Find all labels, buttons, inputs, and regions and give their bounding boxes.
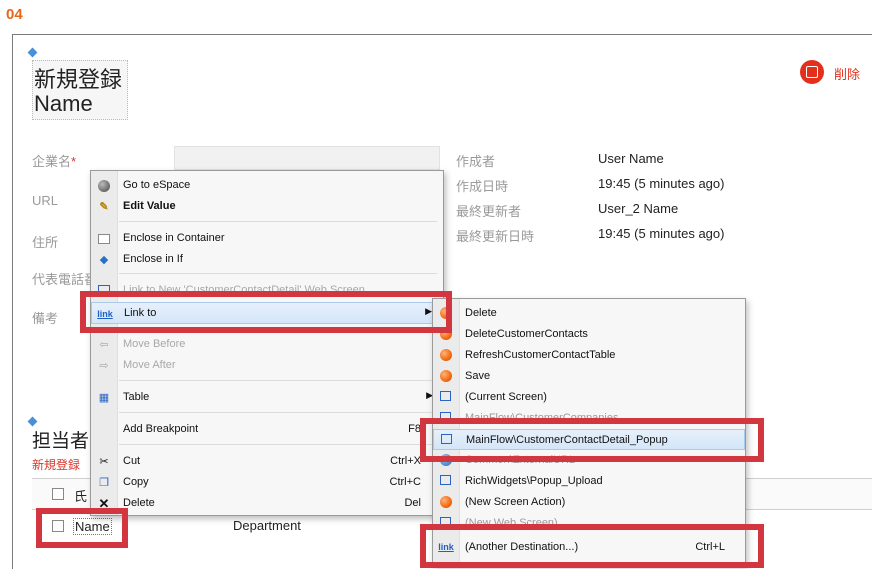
scissors-icon: ✂ — [99, 456, 109, 468]
highlight-box-name — [36, 508, 128, 548]
delete-link[interactable]: 削除 — [834, 64, 860, 83]
audit-label-updated: 最終更新日時 — [456, 229, 535, 244]
arrow-right-icon: ⇨ — [99, 360, 109, 372]
menu-item-delete[interactable]: ✕ Delete Del — [91, 493, 443, 515]
menu-item-copy[interactable]: ❐ Copy Ctrl+C — [91, 472, 443, 494]
field-label-address: 住所 — [32, 235, 59, 250]
submenu-item-refresh-table[interactable]: RefreshCustomerContactTable — [433, 345, 745, 366]
action-orb-icon — [440, 496, 452, 508]
table-icon: ▦ — [98, 392, 110, 404]
audit-value-updater: User_2 Name — [598, 201, 679, 216]
menu-item-edit-value[interactable]: ✎ Edit Value — [91, 196, 443, 218]
menu-item-go-to-espace[interactable]: Go to eSpace — [91, 175, 443, 197]
highlight-box-link-to — [80, 291, 452, 333]
menu-item-enclose-if[interactable]: ◆ Enclose in If — [91, 249, 443, 271]
submenu-item-popup-upload[interactable]: RichWidgets\Popup_Upload — [433, 471, 745, 492]
step-number: 04 — [6, 6, 23, 23]
screen-icon — [440, 391, 451, 401]
menu-item-move-after[interactable]: ⇨ Move After — [91, 355, 443, 377]
diamond-icon: ◆ — [99, 254, 109, 266]
menu-item-move-before[interactable]: ⇦ Move Before — [91, 334, 443, 356]
audit-value-updated: 19:45 (5 minutes ago) — [598, 226, 725, 241]
page-title: 新規登録 — [34, 67, 123, 92]
section-title: 担当者 — [32, 431, 90, 452]
context-menu: Go to eSpace ✎ Edit Value Enclose in Con… — [90, 170, 444, 516]
globe-icon — [98, 180, 110, 192]
menu-item-enclose-container[interactable]: Enclose in Container — [91, 228, 443, 250]
highlight-box-another-destination — [420, 524, 764, 568]
audit-label-creator: 作成者 — [456, 154, 496, 169]
action-orb-icon — [440, 370, 452, 382]
highlight-box-popup — [420, 418, 764, 462]
field-label-url: URL — [32, 193, 59, 208]
copy-icon: ❐ — [99, 477, 109, 489]
menu-item-cut[interactable]: ✂ Cut Ctrl+X — [91, 451, 443, 473]
field-label-notes: 備考 — [32, 311, 59, 326]
audit-value-creator: User Name — [598, 151, 664, 166]
audit-value-created: 19:45 (5 minutes ago) — [598, 176, 725, 191]
audit-label-created: 作成日時 — [456, 179, 509, 194]
screen-icon — [440, 475, 451, 485]
trash-glyph-icon — [806, 66, 818, 78]
menu-item-add-breakpoint[interactable]: Add Breakpoint F8 — [91, 419, 443, 441]
container-icon — [98, 234, 110, 244]
submenu-item-new-screen-action[interactable]: (New Screen Action) — [433, 492, 745, 513]
submenu-item-delete-contacts[interactable]: DeleteCustomerContacts — [433, 324, 745, 345]
arrow-left-icon: ⇦ — [99, 339, 109, 351]
new-contact-link[interactable]: 新規登録 — [32, 456, 80, 473]
submenu-item-current-screen[interactable]: (Current Screen) — [433, 387, 745, 408]
field-label-phone: 代表電話番 — [32, 272, 98, 287]
header-cell-name: 氏 — [74, 489, 88, 504]
page-subtitle: Name — [34, 91, 93, 116]
department-cell: Department — [233, 518, 301, 533]
submenu-item-delete[interactable]: Delete — [433, 303, 745, 324]
submenu-item-save[interactable]: Save — [433, 366, 745, 387]
header-checkbox[interactable] — [52, 488, 64, 500]
company-name-input[interactable] — [174, 146, 440, 170]
audit-label-updater: 最終更新者 — [456, 204, 522, 219]
edit-value-icon: ✎ — [99, 201, 109, 213]
field-label-company: 企業名* — [32, 154, 77, 169]
action-orb-icon — [440, 349, 452, 361]
menu-item-table[interactable]: ▦ Table ▶ — [91, 387, 443, 409]
